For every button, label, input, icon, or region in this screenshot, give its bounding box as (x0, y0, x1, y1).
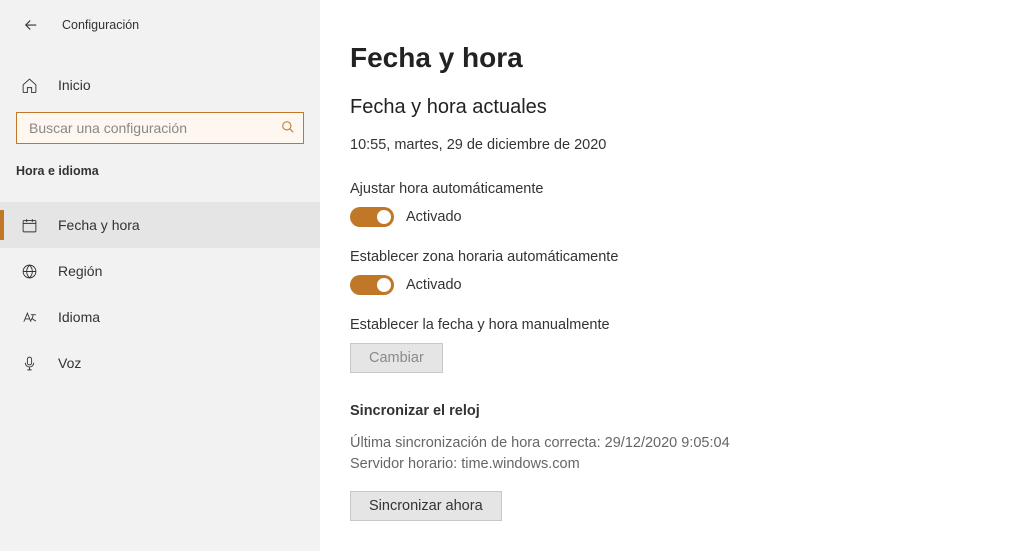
datetime-icon (20, 216, 38, 234)
sidebar: Configuración Inicio Hora e idioma Fecha… (0, 0, 320, 551)
sidebar-item-datetime[interactable]: Fecha y hora (0, 202, 320, 248)
manual-label: Establecer la fecha y hora manualmente (350, 317, 1023, 333)
current-datetime: 10:55, martes, 29 de diciembre de 2020 (350, 137, 1023, 153)
header-title: Configuración (62, 18, 139, 32)
sidebar-item-label: Idioma (58, 309, 100, 325)
change-button: Cambiar (350, 343, 443, 373)
globe-icon (20, 262, 38, 280)
sync-section: Sincronizar el reloj Última sincronizaci… (350, 403, 1023, 521)
sidebar-item-language[interactable]: Idioma (0, 294, 320, 340)
auto-tz-toggle-row: Activado (350, 275, 1023, 295)
sidebar-item-voice[interactable]: Voz (0, 340, 320, 386)
search-input[interactable] (29, 120, 281, 136)
sync-info: Última sincronización de hora correcta: … (350, 433, 1023, 475)
auto-time-state: Activado (406, 209, 462, 225)
sidebar-home-label: Inicio (58, 77, 91, 93)
auto-time-toggle[interactable] (350, 207, 394, 227)
auto-tz-label: Establecer zona horaria automáticamente (350, 249, 1023, 265)
header-row: Configuración (0, 8, 320, 42)
sidebar-home[interactable]: Inicio (0, 66, 320, 104)
search-box[interactable] (16, 112, 304, 144)
sync-last: Última sincronización de hora correcta: … (350, 433, 1023, 454)
auto-tz-toggle[interactable] (350, 275, 394, 295)
sidebar-category: Hora e idioma (0, 144, 320, 184)
sync-title: Sincronizar el reloj (350, 403, 1023, 419)
auto-time-toggle-row: Activado (350, 207, 1023, 227)
sidebar-item-region[interactable]: Región (0, 248, 320, 294)
sidebar-item-label: Región (58, 263, 102, 279)
section-title: Fecha y hora actuales (350, 96, 1023, 119)
mic-icon (20, 354, 38, 372)
sidebar-item-label: Fecha y hora (58, 217, 140, 233)
search-icon (281, 120, 295, 137)
language-icon (20, 308, 38, 326)
home-icon (20, 76, 38, 94)
auto-tz-state: Activado (406, 277, 462, 293)
page-title: Fecha y hora (350, 42, 1023, 74)
auto-time-label: Ajustar hora automáticamente (350, 181, 1023, 197)
sidebar-item-label: Voz (58, 355, 81, 371)
main-content: Fecha y hora Fecha y hora actuales 10:55… (320, 0, 1023, 551)
sync-now-button[interactable]: Sincronizar ahora (350, 491, 502, 521)
sync-server: Servidor horario: time.windows.com (350, 454, 1023, 475)
sidebar-nav: Fecha y hora Región Idioma Voz (0, 202, 320, 386)
back-icon[interactable] (22, 16, 40, 34)
